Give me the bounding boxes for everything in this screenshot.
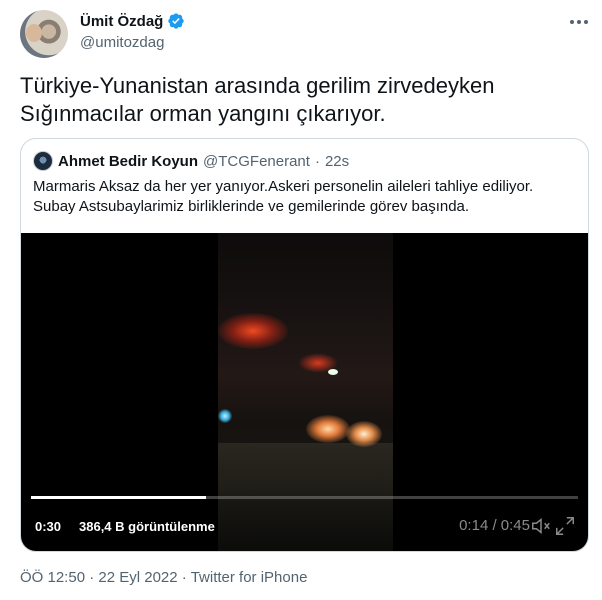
quoted-tweet-text: Marmaris Aksaz da her yer yanıyor.Askeri…: [33, 177, 578, 217]
quoted-author-name: Ahmet Bedir Koyun: [58, 152, 199, 170]
quoted-tweet-header: Ahmet Bedir Koyun @TCGFenerant · 22s: [33, 151, 349, 171]
more-options-icon[interactable]: [568, 14, 590, 30]
author-handle[interactable]: @umitozdag: [80, 34, 164, 51]
tweet-text-line: Sığınmacılar orman yangını çıkarıyor.: [20, 101, 386, 126]
author-avatar[interactable]: [20, 10, 68, 58]
separator-dot: ·: [181, 569, 187, 586]
tweet-header: Ümit Özdağ @umitozdag: [20, 10, 590, 58]
author-name-row[interactable]: Ümit Özdağ: [80, 12, 185, 30]
tweet-source[interactable]: Twitter for iPhone: [191, 569, 308, 586]
quoted-author-handle: @TCGFenerant: [203, 152, 310, 170]
author-display-name[interactable]: Ümit Özdağ: [80, 13, 163, 30]
quoted-author-avatar: [33, 151, 53, 171]
quoted-text-line: Marmaris Aksaz da her yer yanıyor.Askeri…: [33, 178, 534, 195]
tweet-footer: ÖÖ 12:50 · 22 Eyl 2022 · Twitter for iPh…: [20, 569, 307, 586]
video-view-count: 386,4 B görüntülenme: [79, 519, 215, 534]
tweet-text: Türkiye-Yunanistan arasında gerilim zirv…: [20, 72, 580, 128]
separator-dot: ·: [89, 569, 95, 586]
fullscreen-icon[interactable]: [554, 515, 576, 537]
video-player[interactable]: 0:30 386,4 B görüntülenme 0:14 / 0:45: [21, 233, 588, 551]
quoted-text-line: Subay Astsubaylarimiz birliklerinde ve g…: [33, 198, 470, 215]
mute-icon[interactable]: [530, 515, 552, 537]
video-progress-bar[interactable]: [31, 496, 578, 499]
video-frame: [218, 233, 393, 551]
video-duration: 0:14 / 0:45: [459, 517, 530, 534]
quoted-tweet-time: 22s: [324, 152, 350, 170]
tweet-date[interactable]: 22 Eyl 2022: [98, 569, 177, 586]
separator-dot: ·: [314, 152, 320, 170]
video-elapsed-time: 0:30: [35, 519, 62, 534]
tweet-text-line: Türkiye-Yunanistan arasında gerilim zirv…: [20, 73, 495, 98]
quoted-tweet[interactable]: Ahmet Bedir Koyun @TCGFenerant · 22s Mar…: [20, 138, 589, 552]
verified-badge-icon: [168, 13, 185, 29]
tweet-time[interactable]: ÖÖ 12:50: [20, 569, 85, 586]
video-progress-fill: [31, 496, 207, 499]
